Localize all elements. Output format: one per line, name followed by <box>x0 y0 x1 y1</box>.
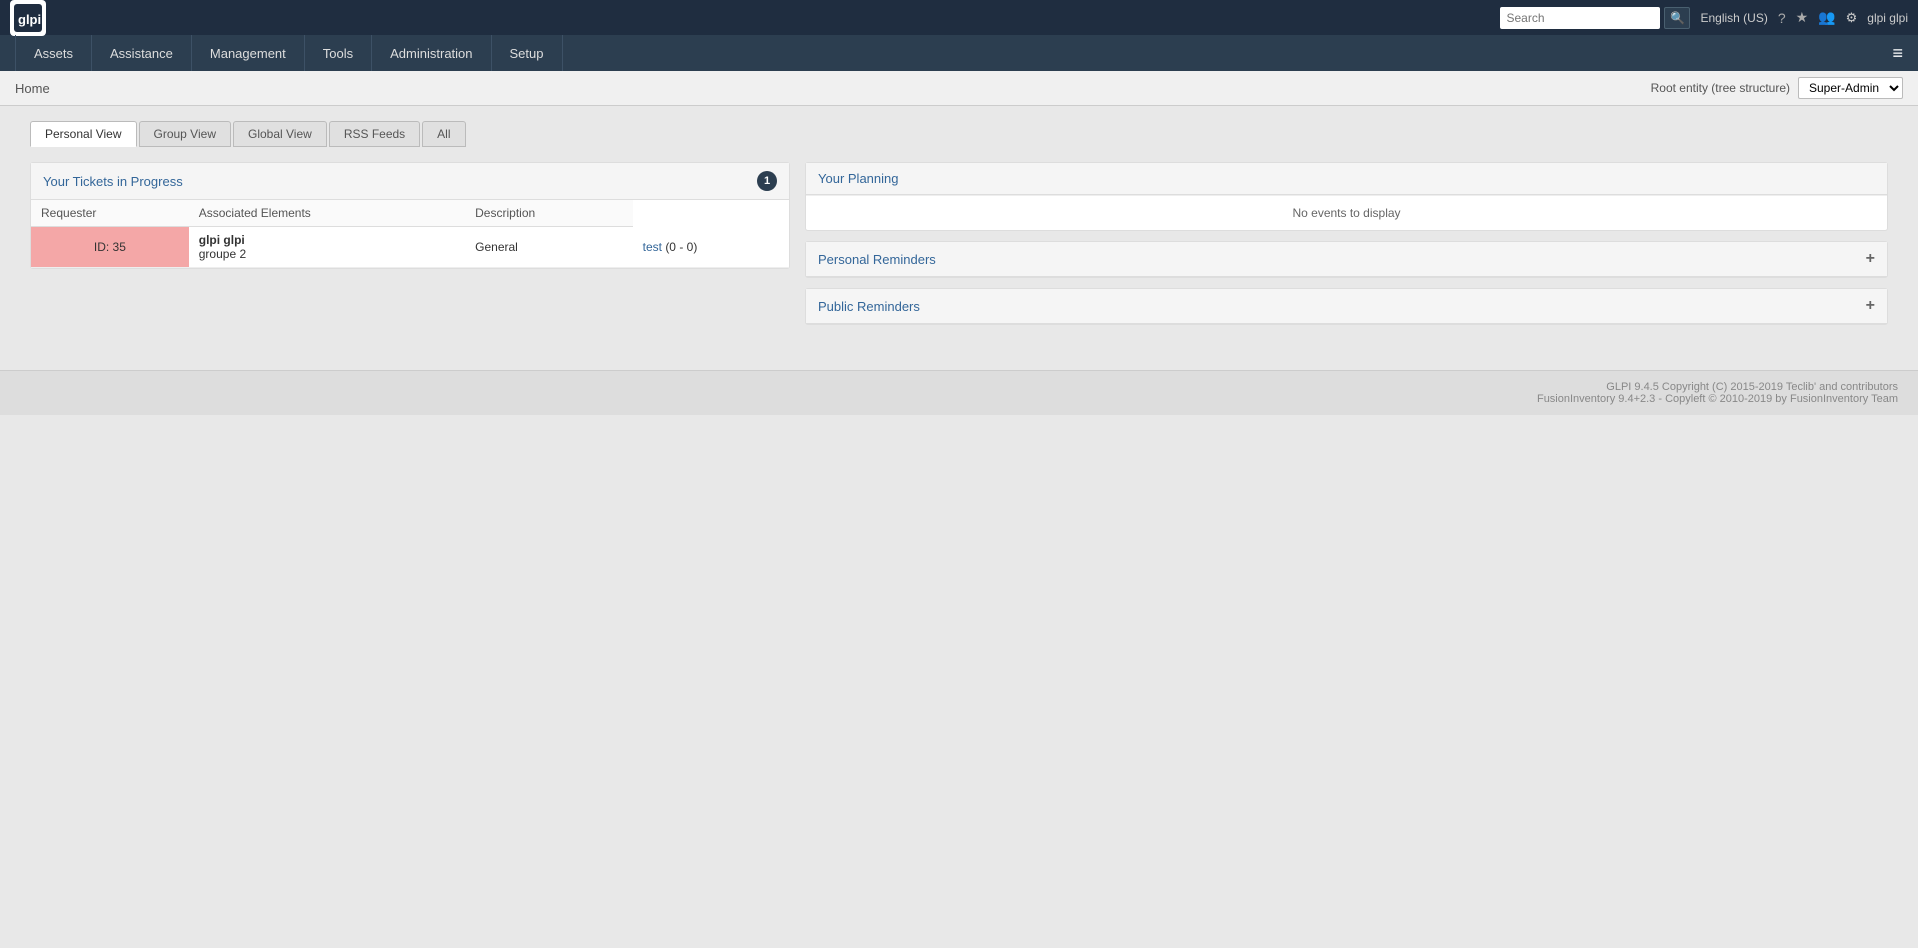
footer: GLPI 9.4.5 Copyright (C) 2015-2019 Tecli… <box>0 370 1918 415</box>
public-reminders-panel: Public Reminders + <box>805 288 1888 325</box>
nav-item-administration[interactable]: Administration <box>372 35 491 71</box>
tab-group-view[interactable]: Group View <box>139 121 231 147</box>
tickets-table: Requester Associated Elements Descriptio… <box>31 200 789 268</box>
ticket-description-extra: (0 - 0) <box>665 240 697 254</box>
ticket-id: ID: 35 <box>94 240 126 254</box>
public-reminders-add-icon[interactable]: + <box>1866 297 1875 315</box>
nav-item-setup[interactable]: Setup <box>492 35 563 71</box>
top-bar-right: 🔍 English (US) ? ★ 👥 ⚙ glpi glpi <box>1500 7 1908 29</box>
tabs: Personal View Group View Global View RSS… <box>30 121 1888 147</box>
tickets-section: Your Tickets in Progress 1 Requester Ass… <box>30 162 790 335</box>
nav-item-assistance[interactable]: Assistance <box>92 35 192 71</box>
col-requester: Requester <box>31 200 189 227</box>
breadcrumb: Home <box>15 81 50 96</box>
personal-reminders-add-icon[interactable]: + <box>1866 250 1875 268</box>
people-icon[interactable]: 👥 <box>1818 9 1835 26</box>
personal-reminders-header[interactable]: Personal Reminders + <box>806 242 1887 277</box>
top-bar-left: glpi <box>10 0 46 36</box>
planning-panel: Your Planning No events to display <box>805 162 1888 231</box>
nav-items: Assets Assistance Management Tools Admin… <box>15 35 563 71</box>
hamburger-icon[interactable]: ≡ <box>1892 43 1903 64</box>
ticket-id-cell: ID: 35 <box>31 227 189 268</box>
breadcrumb-bar: Home Root entity (tree structure) Super-… <box>0 71 1918 106</box>
gear-icon[interactable]: ⚙ <box>1846 10 1858 26</box>
right-section: Your Planning No events to display Perso… <box>805 162 1888 335</box>
ticket-description-cell: test (0 - 0) <box>633 227 789 268</box>
public-reminders-title: Public Reminders <box>818 299 920 314</box>
col-associated: Associated Elements <box>189 200 465 227</box>
nav-item-assets[interactable]: Assets <box>15 35 92 71</box>
tickets-panel-header: Your Tickets in Progress 1 <box>31 163 789 200</box>
ticket-requester-name: glpi glpi <box>199 233 245 247</box>
logo-icon: glpi <box>10 0 46 36</box>
tickets-panel-title: Your Tickets in Progress <box>43 174 183 189</box>
tab-rss-feeds[interactable]: RSS Feeds <box>329 121 420 147</box>
nav-item-tools[interactable]: Tools <box>305 35 372 71</box>
ticket-associated: General <box>475 240 518 254</box>
ticket-requester-group: groupe 2 <box>199 247 246 261</box>
content: Personal View Group View Global View RSS… <box>0 106 1918 350</box>
personal-reminders-title: Personal Reminders <box>818 252 936 267</box>
tab-all[interactable]: All <box>422 121 465 147</box>
tickets-table-head: Requester Associated Elements Descriptio… <box>31 200 789 227</box>
tab-personal-view[interactable]: Personal View <box>30 121 137 147</box>
planning-no-events: No events to display <box>806 195 1887 230</box>
username-label[interactable]: glpi glpi <box>1867 11 1908 25</box>
breadcrumb-home[interactable]: Home <box>15 81 50 96</box>
search-input[interactable] <box>1500 7 1660 29</box>
panels: Your Tickets in Progress 1 Requester Ass… <box>30 162 1888 335</box>
tab-global-view[interactable]: Global View <box>233 121 327 147</box>
svg-text:glpi: glpi <box>18 12 41 27</box>
search-box: 🔍 <box>1500 7 1690 29</box>
entity-dropdown[interactable]: Super-Admin <box>1798 77 1903 99</box>
ticket-requester-cell: glpi glpi groupe 2 <box>189 227 465 268</box>
tickets-table-header-row: Requester Associated Elements Descriptio… <box>31 200 789 227</box>
tickets-table-body: ID: 35 glpi glpi groupe 2 General <box>31 227 789 268</box>
ticket-link[interactable]: test <box>643 240 662 254</box>
language-label: English (US) <box>1700 11 1767 25</box>
entity-label: Root entity (tree structure) <box>1651 81 1790 95</box>
ticket-associated-cell: General <box>465 227 632 268</box>
help-icon[interactable]: ? <box>1778 10 1786 26</box>
col-description: Description <box>465 200 632 227</box>
planning-panel-header: Your Planning <box>806 163 1887 195</box>
nav-bar: Assets Assistance Management Tools Admin… <box>0 35 1918 71</box>
bookmark-icon[interactable]: ★ <box>1796 9 1809 26</box>
public-reminders-header[interactable]: Public Reminders + <box>806 289 1887 324</box>
entity-selector: Root entity (tree structure) Super-Admin <box>1651 77 1903 99</box>
table-row: ID: 35 glpi glpi groupe 2 General <box>31 227 789 268</box>
logo[interactable]: glpi <box>10 0 46 36</box>
tickets-badge: 1 <box>757 171 777 191</box>
tickets-panel: Your Tickets in Progress 1 Requester Ass… <box>30 162 790 269</box>
planning-panel-title: Your Planning <box>818 171 898 186</box>
footer-line2: FusionInventory 9.4+2.3 - Copyleft © 201… <box>20 393 1898 405</box>
personal-reminders-panel: Personal Reminders + <box>805 241 1888 278</box>
footer-line1: GLPI 9.4.5 Copyright (C) 2015-2019 Tecli… <box>20 381 1898 393</box>
top-bar: glpi 🔍 English (US) ? ★ 👥 ⚙ glpi glpi <box>0 0 1918 35</box>
search-button[interactable]: 🔍 <box>1664 7 1690 29</box>
nav-item-management[interactable]: Management <box>192 35 305 71</box>
